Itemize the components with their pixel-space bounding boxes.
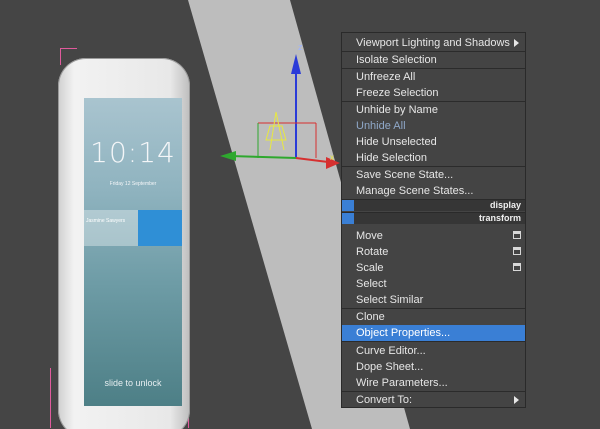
menu-item-label: Wire Parameters... [356,377,448,389]
menu-item-label: Object Properties... [356,327,451,339]
menu-item-label: Clone [356,311,385,323]
menu-item-label: Convert To: [356,394,413,406]
menu-item-wire-parameters[interactable]: Wire Parameters... [342,375,525,391]
menu-item-hide-selection[interactable]: Hide Selection [342,150,525,166]
quad-header-display[interactable]: display [342,199,525,211]
quad-header-transform[interactable]: transform [342,212,525,224]
menu-item-unhide-by-name[interactable]: Unhide by Name [342,102,525,118]
menu-item-move[interactable]: Move [342,228,525,244]
menu-item-label: Move [356,230,383,242]
menu-item-label: Select [356,278,387,290]
menu-item-label: Isolate Selection [356,54,437,66]
gizmo-x-label: x [330,153,334,162]
3d-viewport[interactable]: 10:14 Friday 12 September Jasmine Sawyer… [0,0,600,429]
gizmo-z-label: z [298,42,303,52]
menu-item-label: Unhide All [356,120,406,132]
menu-item-label: Save Scene State... [356,169,454,181]
menu-item-clone[interactable]: Clone [342,309,525,325]
menu-item-label: Scale [356,262,384,274]
submenu-arrow-icon [514,396,519,404]
menu-item-object-properties[interactable]: Object Properties... [342,325,525,341]
menu-item-label: Freeze Selection [356,87,439,99]
menu-item-unhide-all: Unhide All [342,118,525,134]
menu-item-unfreeze-all[interactable]: Unfreeze All [342,69,525,85]
menu-item-label: Unhide by Name [356,104,438,116]
menu-item-curve-editor[interactable]: Curve Editor... [342,343,525,359]
menu-item-label: Curve Editor... [356,345,426,357]
menu-item-label: Viewport Lighting and Shadows [356,37,510,49]
submenu-arrow-icon [514,39,519,47]
menu-item-viewport-lighting[interactable]: Viewport Lighting and Shadows [342,35,525,51]
quad-context-menu: Viewport Lighting and Shadows Isolate Se… [341,32,526,408]
menu-item-save-scene-state[interactable]: Save Scene State... [342,167,525,183]
options-box-icon[interactable] [513,247,521,255]
menu-item-select-similar[interactable]: Select Similar [342,292,525,308]
menu-item-convert-to[interactable]: Convert To: [342,392,525,408]
menu-item-manage-scene-states[interactable]: Manage Scene States... [342,183,525,199]
menu-item-label: Hide Unselected [356,136,437,148]
menu-item-select[interactable]: Select [342,276,525,292]
menu-item-label: Hide Selection [356,152,427,164]
menu-item-label: Unfreeze All [356,71,416,83]
options-box-icon[interactable] [513,231,521,239]
menu-item-label: Rotate [356,246,389,258]
quad-display-indicator [342,200,354,211]
options-box-icon[interactable] [513,263,521,271]
quad-transform-label: transform [478,213,521,223]
quad-display-label: display [489,200,521,210]
menu-item-freeze-selection[interactable]: Freeze Selection [342,85,525,101]
menu-item-label: Dope Sheet... [356,361,424,373]
menu-item-label: Select Similar [356,294,424,306]
menu-item-rotate[interactable]: Rotate [342,244,525,260]
menu-item-scale[interactable]: Scale [342,260,525,276]
quad-transform-indicator [342,213,354,224]
menu-item-dope-sheet[interactable]: Dope Sheet... [342,359,525,375]
menu-item-hide-unselected[interactable]: Hide Unselected [342,134,525,150]
menu-separator [342,341,525,342]
menu-item-isolate-selection[interactable]: Isolate Selection [342,52,525,68]
menu-item-label: Manage Scene States... [356,185,474,197]
